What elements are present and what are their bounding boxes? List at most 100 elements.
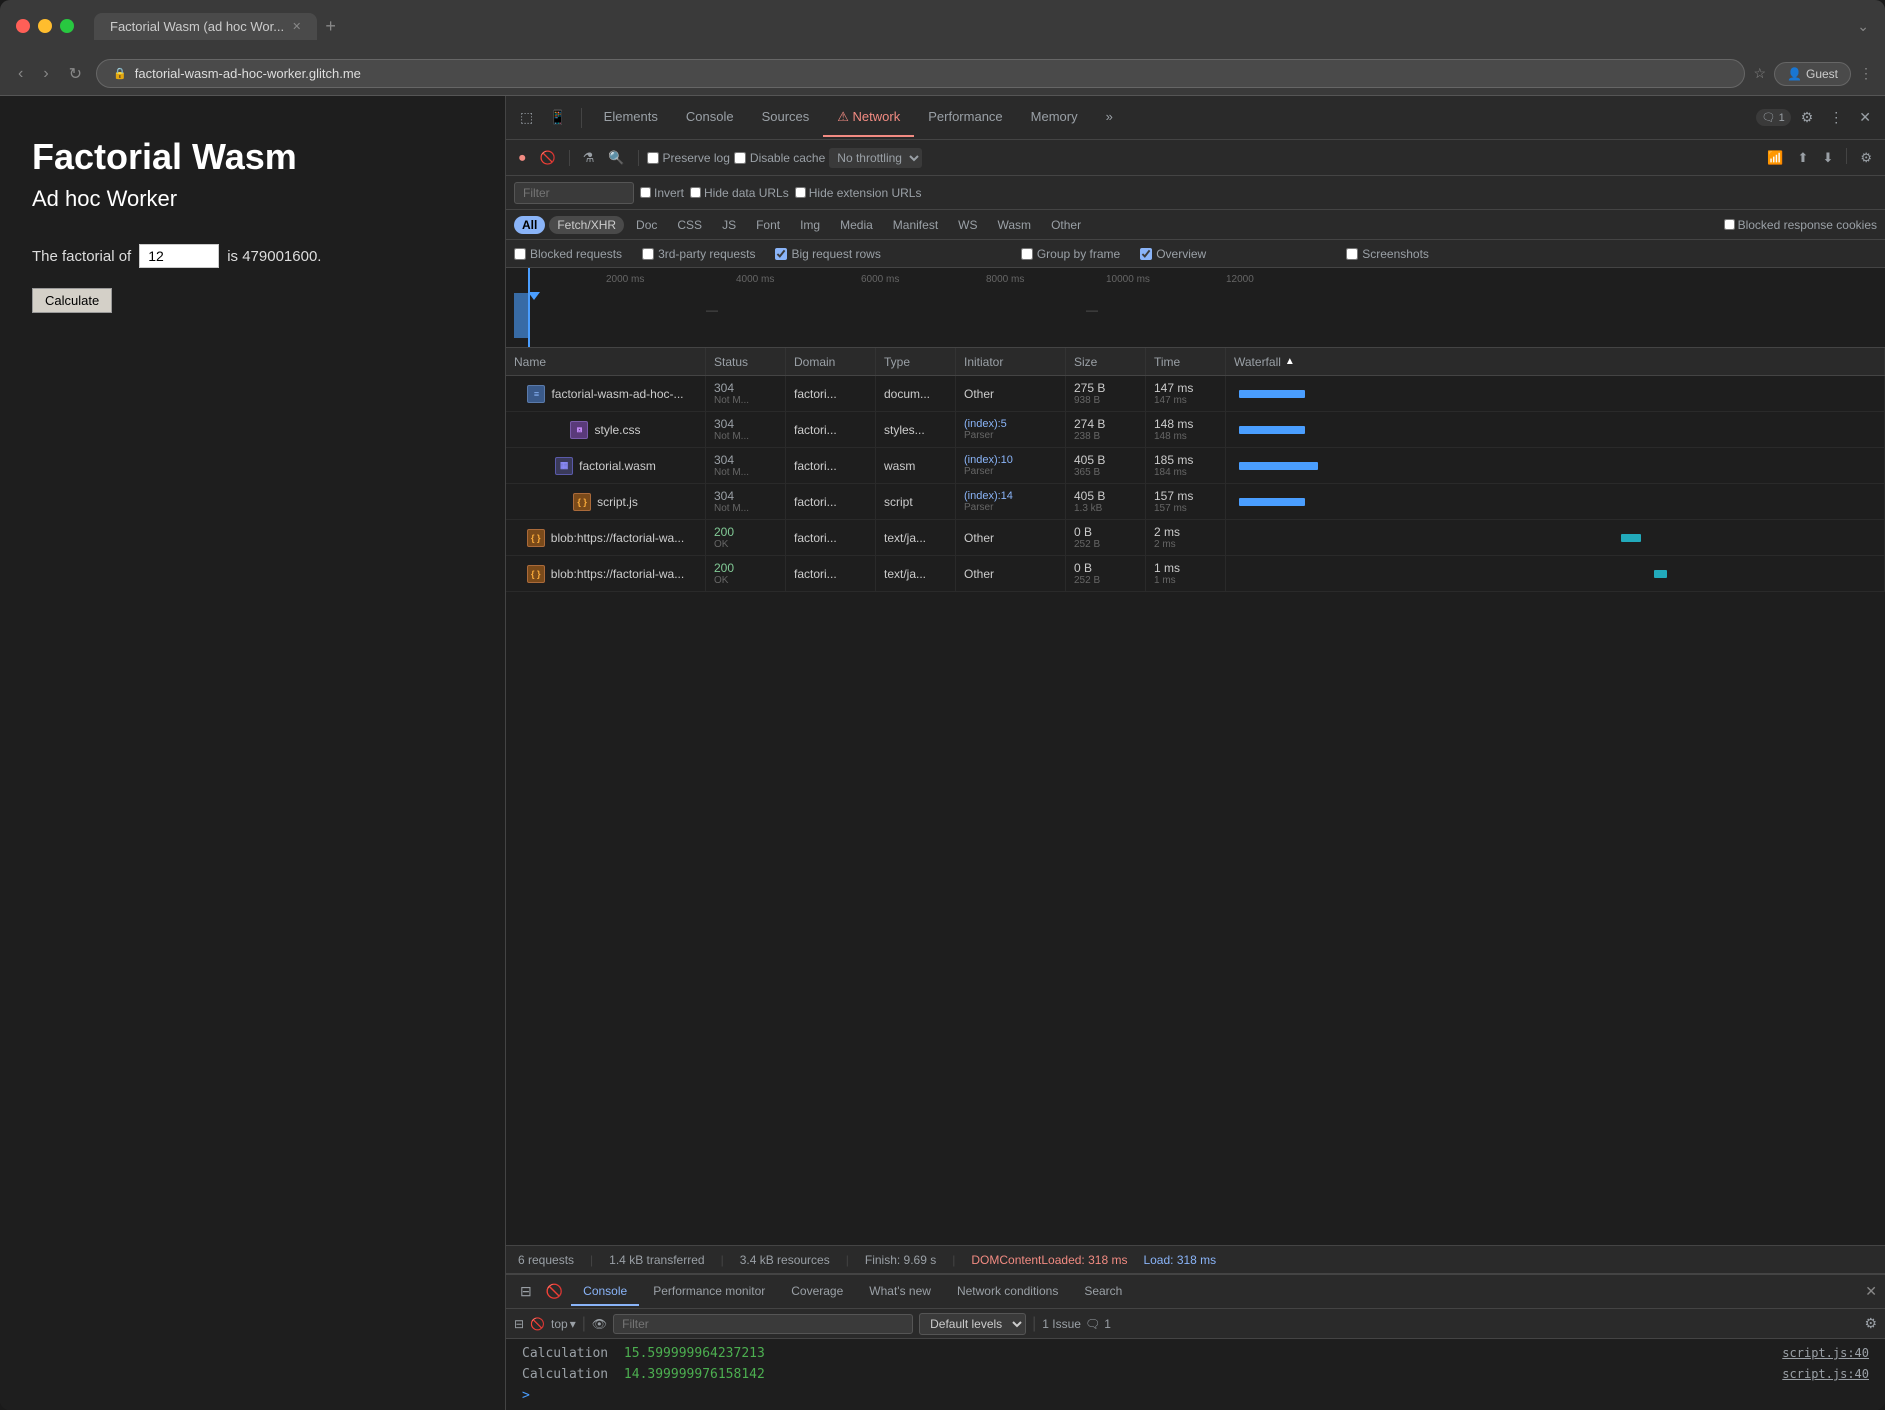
record-button[interactable]: ⏺	[514, 148, 531, 168]
type-img[interactable]: Img	[792, 216, 828, 234]
type-font[interactable]: Font	[748, 216, 788, 234]
tab-memory[interactable]: Memory	[1017, 99, 1092, 137]
blocked-requests-input[interactable]	[514, 248, 526, 260]
console-link2[interactable]: script.js:40	[1782, 1367, 1869, 1381]
back-button[interactable]: ‹	[12, 61, 29, 87]
console-tab-search[interactable]: Search	[1072, 1278, 1134, 1306]
close-button[interactable]	[16, 19, 30, 33]
type-wasm[interactable]: Wasm	[990, 216, 1040, 234]
console-level-select[interactable]: Default levels	[919, 1313, 1026, 1335]
forward-button[interactable]: ›	[37, 61, 54, 87]
table-row[interactable]: { } blob:https://factorial-wa... 200 OK …	[506, 520, 1885, 556]
blocked-cookies-input[interactable]	[1724, 219, 1735, 230]
th-time[interactable]: Time	[1146, 348, 1226, 375]
calculate-button[interactable]: Calculate	[32, 288, 112, 313]
preserve-log-input[interactable]	[647, 152, 659, 164]
clear-button[interactable]: 🚫	[535, 148, 561, 168]
overview-input[interactable]	[1140, 248, 1152, 260]
minimize-button[interactable]	[38, 19, 52, 33]
tab-performance[interactable]: Performance	[914, 99, 1016, 137]
hide-data-checkbox[interactable]: Hide data URLs	[690, 186, 789, 200]
invert-checkbox[interactable]: Invert	[640, 186, 684, 200]
th-initiator[interactable]: Initiator	[956, 348, 1066, 375]
filter-icon[interactable]: ⚗	[578, 148, 600, 168]
third-party-checkbox[interactable]: 3rd-party requests	[642, 247, 755, 261]
filter-input[interactable]	[514, 182, 634, 204]
group-frame-input[interactable]	[1021, 248, 1033, 260]
console-link1[interactable]: script.js:40	[1782, 1346, 1869, 1360]
screenshots-input[interactable]	[1346, 248, 1358, 260]
tab-console[interactable]: Console	[672, 99, 748, 137]
disable-cache-checkbox[interactable]: Disable cache	[734, 151, 825, 165]
console-tab-coverage[interactable]: Coverage	[779, 1278, 855, 1306]
invert-input[interactable]	[640, 187, 651, 198]
console-tab-network[interactable]: Network conditions	[945, 1278, 1070, 1306]
download-icon[interactable]: ⬇	[1817, 148, 1838, 168]
th-size[interactable]: Size	[1066, 348, 1146, 375]
maximize-button[interactable]	[60, 19, 74, 33]
tab-sources[interactable]: Sources	[748, 99, 824, 137]
group-frame-checkbox[interactable]: Group by frame	[1021, 247, 1120, 261]
console-close-icon[interactable]: ✕	[1865, 1283, 1877, 1300]
tab-close-icon[interactable]: ✕	[292, 20, 301, 33]
type-doc[interactable]: Doc	[628, 216, 665, 234]
preserve-log-checkbox[interactable]: Preserve log	[647, 151, 730, 165]
console-sidebar-toggle-icon[interactable]: ⊟	[514, 1317, 524, 1331]
screenshots-checkbox[interactable]: Screenshots	[1346, 247, 1429, 261]
inspect-element-icon[interactable]: ⬚	[514, 105, 539, 130]
customize-icon[interactable]: ⋮	[1823, 105, 1849, 130]
wifi-icon[interactable]: 📶	[1762, 148, 1788, 168]
type-other[interactable]: Other	[1043, 216, 1089, 234]
bookmark-icon[interactable]: ☆	[1753, 65, 1766, 82]
th-name[interactable]: Name	[506, 348, 706, 375]
overview-checkbox[interactable]: Overview	[1140, 247, 1206, 261]
row3-initiator-link[interactable]: (index):10	[964, 454, 1057, 466]
search-icon[interactable]: 🔍	[603, 148, 629, 168]
table-row[interactable]: { } blob:https://factorial-wa... 200 OK …	[506, 556, 1885, 592]
tab-network[interactable]: ⚠ Network	[823, 99, 914, 137]
settings-icon[interactable]: ⚙	[1795, 105, 1820, 130]
type-ws[interactable]: WS	[950, 216, 985, 234]
guest-button[interactable]: 👤 Guest	[1774, 62, 1851, 86]
type-media[interactable]: Media	[832, 216, 881, 234]
close-devtools-icon[interactable]: ✕	[1853, 105, 1877, 130]
console-tab-performance[interactable]: Performance monitor	[641, 1278, 777, 1306]
console-sidebar-icon[interactable]: ⊟	[514, 1279, 538, 1304]
console-prompt[interactable]: >	[506, 1385, 1885, 1406]
issues-badge[interactable]: 🗨 1	[1756, 109, 1791, 126]
th-waterfall[interactable]: Waterfall ▲	[1226, 348, 1885, 375]
hide-data-input[interactable]	[690, 187, 701, 198]
type-fetch-xhr[interactable]: Fetch/XHR	[549, 216, 624, 234]
console-filter-input[interactable]	[613, 1314, 913, 1334]
device-toolbar-icon[interactable]: 📱	[543, 105, 572, 130]
type-manifest[interactable]: Manifest	[885, 216, 946, 234]
type-css[interactable]: CSS	[669, 216, 710, 234]
third-party-input[interactable]	[642, 248, 654, 260]
browser-tab[interactable]: Factorial Wasm (ad hoc Wor... ✕	[94, 13, 317, 40]
new-tab-button[interactable]: +	[325, 16, 336, 37]
type-js[interactable]: JS	[714, 216, 744, 234]
console-context[interactable]: top ▾	[551, 1317, 576, 1331]
reload-button[interactable]: ↻	[63, 60, 88, 88]
th-status[interactable]: Status	[706, 348, 786, 375]
table-row[interactable]: ▦ factorial.wasm 304 Not M... factori...…	[506, 448, 1885, 484]
row4-initiator-link[interactable]: (index):14	[964, 490, 1057, 502]
table-row[interactable]: ⧇ style.css 304 Not M... factori... styl…	[506, 412, 1885, 448]
tab-more[interactable]: »	[1092, 99, 1127, 137]
hide-ext-checkbox[interactable]: Hide extension URLs	[795, 186, 922, 200]
big-rows-checkbox[interactable]: Big request rows	[775, 247, 880, 261]
console-eye-icon[interactable]: 👁	[592, 1317, 607, 1331]
network-table[interactable]: Name Status Domain Type Initiator Size T…	[506, 348, 1885, 1245]
blocked-cookies-checkbox[interactable]: Blocked response cookies	[1724, 218, 1877, 232]
console-tab-whats-new[interactable]: What's new	[857, 1278, 943, 1306]
hide-ext-input[interactable]	[795, 187, 806, 198]
url-bar[interactable]: 🔒 factorial-wasm-ad-hoc-worker.glitch.me	[96, 59, 1745, 88]
th-domain[interactable]: Domain	[786, 348, 876, 375]
big-rows-input[interactable]	[775, 248, 787, 260]
more-options-icon[interactable]: ⋮	[1859, 65, 1873, 82]
blocked-requests-checkbox[interactable]: Blocked requests	[514, 247, 622, 261]
upload-icon[interactable]: ⬆	[1793, 148, 1814, 168]
factorial-input[interactable]	[139, 244, 219, 268]
row2-initiator-link[interactable]: (index):5	[964, 418, 1057, 430]
th-type[interactable]: Type	[876, 348, 956, 375]
